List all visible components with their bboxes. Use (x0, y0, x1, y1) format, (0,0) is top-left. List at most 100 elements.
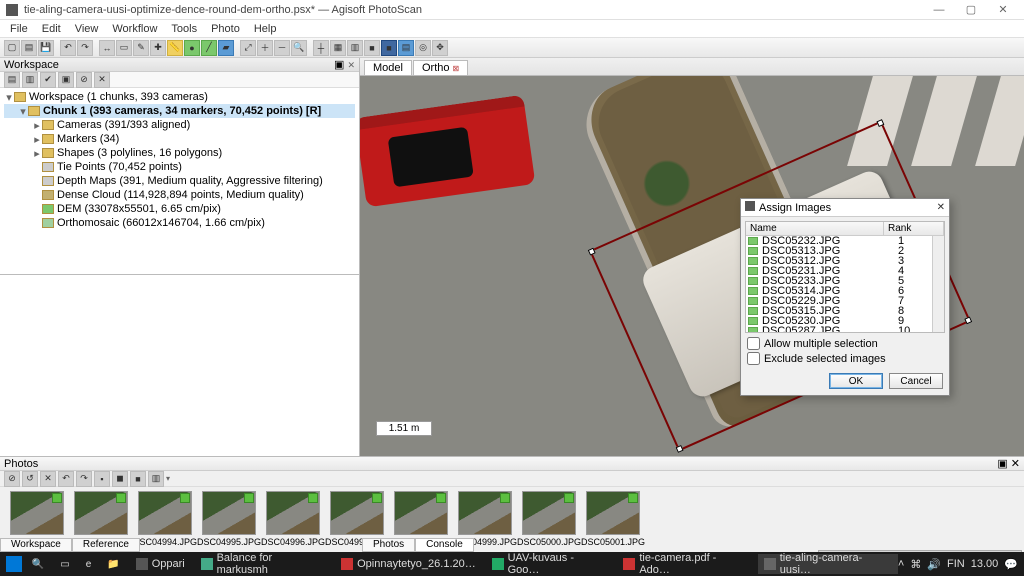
allow-multiple-checkbox[interactable]: Allow multiple selection (747, 337, 943, 350)
ok-button[interactable]: OK (829, 373, 883, 389)
tray-volume-icon[interactable]: 🔊 (927, 558, 941, 571)
open-icon[interactable]: ▤ (21, 40, 37, 56)
photos-rotate-r-icon[interactable]: ↷ (76, 471, 92, 487)
explorer-icon[interactable]: 📁 (101, 554, 125, 574)
task-oppari[interactable]: Oppari (130, 554, 191, 574)
photos-size-s-icon[interactable]: ▪ (94, 471, 110, 487)
new-icon[interactable]: ▢ (4, 40, 20, 56)
tab-reference[interactable]: Reference (72, 538, 140, 552)
photo-thumb[interactable]: DSC05001.JPG (586, 491, 640, 547)
task-photoscan[interactable]: tie-aling-camera-uusi… (758, 554, 898, 574)
photos-float-icon[interactable]: ▣ (997, 458, 1007, 470)
photo-thumb[interactable]: DSC04994.JPG (138, 491, 192, 547)
select-rect-icon[interactable]: ▭ (116, 40, 132, 56)
zoom-fit-icon[interactable]: ⤢ (240, 40, 256, 56)
photo-thumb[interactable]: DSC04995.JPG (202, 491, 256, 547)
tray-lang[interactable]: FIN (947, 558, 965, 570)
dialog-scrollbar[interactable] (932, 236, 944, 332)
tree-densecloud[interactable]: Dense Cloud (114,928,894 points, Medium … (57, 189, 304, 201)
col-name[interactable]: Name (746, 222, 884, 235)
tab-ortho[interactable]: Ortho⊠ (413, 60, 468, 75)
tree-shapes[interactable]: Shapes (3 polylines, 16 polygons) (57, 147, 222, 159)
photos-close-icon[interactable]: ✕ (1011, 458, 1020, 470)
workspace-tree[interactable]: ▾Workspace (1 chunks, 393 cameras) ▾Chun… (0, 88, 359, 275)
view-mesh-icon[interactable]: ▥ (347, 40, 363, 56)
tab-photos[interactable]: Photos (362, 538, 415, 552)
select-free-icon[interactable]: ✚ (150, 40, 166, 56)
ws-enable-icon[interactable]: ✔ (40, 72, 56, 88)
tray-network-icon[interactable]: ⌘ (910, 558, 921, 571)
dialog-close-icon[interactable]: ✕ (937, 202, 945, 213)
photos-size-l-icon[interactable]: ■ (130, 471, 146, 487)
view-solid-icon[interactable]: ■ (364, 40, 380, 56)
tab-close-icon[interactable]: ⊠ (452, 64, 459, 73)
search-icon[interactable]: 🔍 (26, 554, 50, 574)
view-points-icon[interactable]: ┼ (313, 40, 329, 56)
zoom-in-icon[interactable]: ＋ (257, 40, 273, 56)
photos-reset-icon[interactable]: ↺ (22, 471, 38, 487)
col-rank[interactable]: Rank (884, 222, 944, 235)
ws-remove-icon[interactable]: ✕ (94, 72, 110, 88)
exclude-selected-checkbox[interactable]: Exclude selected images (747, 352, 943, 365)
save-icon[interactable]: 💾 (38, 40, 54, 56)
cancel-button[interactable]: Cancel (889, 373, 943, 389)
close-button[interactable]: ✕ (988, 2, 1018, 18)
start-button[interactable] (6, 556, 22, 572)
menu-help[interactable]: Help (248, 22, 283, 36)
draw-polyline-icon[interactable]: ╱ (201, 40, 217, 56)
zoom-select-icon[interactable]: 🔍 (291, 40, 307, 56)
maximize-button[interactable]: ▢ (956, 2, 986, 18)
tree-markers[interactable]: Markers (34) (57, 133, 119, 145)
photos-disable-icon[interactable]: ⊘ (4, 471, 20, 487)
navigate-icon[interactable]: ↔ (99, 40, 115, 56)
menu-file[interactable]: File (4, 22, 34, 36)
zoom-out-icon[interactable]: － (274, 40, 290, 56)
photos-remove-icon[interactable]: ✕ (40, 471, 56, 487)
view-dense-icon[interactable]: ▦ (330, 40, 346, 56)
tree-chunk[interactable]: Chunk 1 (393 cameras, 34 markers, 70,452… (43, 105, 321, 117)
photo-thumb[interactable]: DSC05000.JPG (522, 491, 576, 547)
tray-notifications-icon[interactable]: 💬 (1004, 558, 1018, 571)
photos-rotate-l-icon[interactable]: ↶ (58, 471, 74, 487)
ruler-icon[interactable]: 📏 (167, 40, 183, 56)
tree-orthomosaic[interactable]: Orthomosaic (66012x146704, 1.66 cm/pix) (57, 217, 265, 229)
tree-dem[interactable]: DEM (33078x55501, 6.65 cm/pix) (57, 203, 221, 215)
ws-add-chunk-icon[interactable]: ▤ (4, 72, 20, 88)
tab-workspace[interactable]: Workspace (0, 538, 72, 552)
draw-polygon-icon[interactable]: ▰ (218, 40, 234, 56)
tree-tiepoints[interactable]: Tie Points (70,452 points) (57, 161, 182, 173)
view-texture-icon[interactable]: ■ (381, 40, 397, 56)
menu-photo[interactable]: Photo (205, 22, 246, 36)
edge-icon[interactable]: e (80, 554, 98, 574)
tray-chevron-icon[interactable]: ˄ (898, 558, 904, 570)
select-lasso-icon[interactable]: ✎ (133, 40, 149, 56)
view-dem-icon[interactable]: ▤ (398, 40, 414, 56)
pane-close-icon[interactable]: ✕ (347, 60, 355, 70)
pane-float-icon[interactable]: ▣ (334, 59, 344, 71)
menu-workflow[interactable]: Workflow (106, 22, 163, 36)
tab-model[interactable]: Model (364, 60, 412, 75)
tree-root[interactable]: Workspace (1 chunks, 393 cameras) (29, 91, 208, 103)
photos-view-dropdown-icon[interactable]: ▾ (166, 474, 170, 483)
photo-thumb[interactable]: DSC04996.JPG (266, 491, 320, 547)
task-uav[interactable]: UAV-kuvaus - Goo… (486, 554, 614, 574)
view-contour-icon[interactable]: ◎ (415, 40, 431, 56)
draw-point-icon[interactable]: ● (184, 40, 200, 56)
task-tiecam-pdf[interactable]: tie-camera.pdf - Ado… (617, 554, 753, 574)
minimize-button[interactable]: — (924, 2, 954, 18)
tray-clock[interactable]: 13.00 (971, 558, 999, 570)
tree-depthmaps[interactable]: Depth Maps (391, Medium quality, Aggress… (57, 175, 323, 187)
move-icon[interactable]: ✥ (432, 40, 448, 56)
menu-edit[interactable]: Edit (36, 22, 67, 36)
dialog-image-list[interactable]: Name Rank DSC05232.JPG1DSC05313.JPG2DSC0… (745, 221, 945, 333)
tab-console[interactable]: Console (415, 538, 474, 552)
task-opinna[interactable]: Opinnaytetyo_26.1.20… (335, 554, 482, 574)
undo-icon[interactable]: ↶ (60, 40, 76, 56)
ws-disable-icon[interactable]: ⊘ (76, 72, 92, 88)
tree-cameras[interactable]: Cameras (391/393 aligned) (57, 119, 190, 131)
photos-view-icon[interactable]: ▥ (148, 471, 164, 487)
taskview-icon[interactable]: ▭ (54, 554, 75, 574)
menu-tools[interactable]: Tools (165, 22, 203, 36)
redo-icon[interactable]: ↷ (77, 40, 93, 56)
task-balance[interactable]: Balance for markusmh (195, 554, 331, 574)
